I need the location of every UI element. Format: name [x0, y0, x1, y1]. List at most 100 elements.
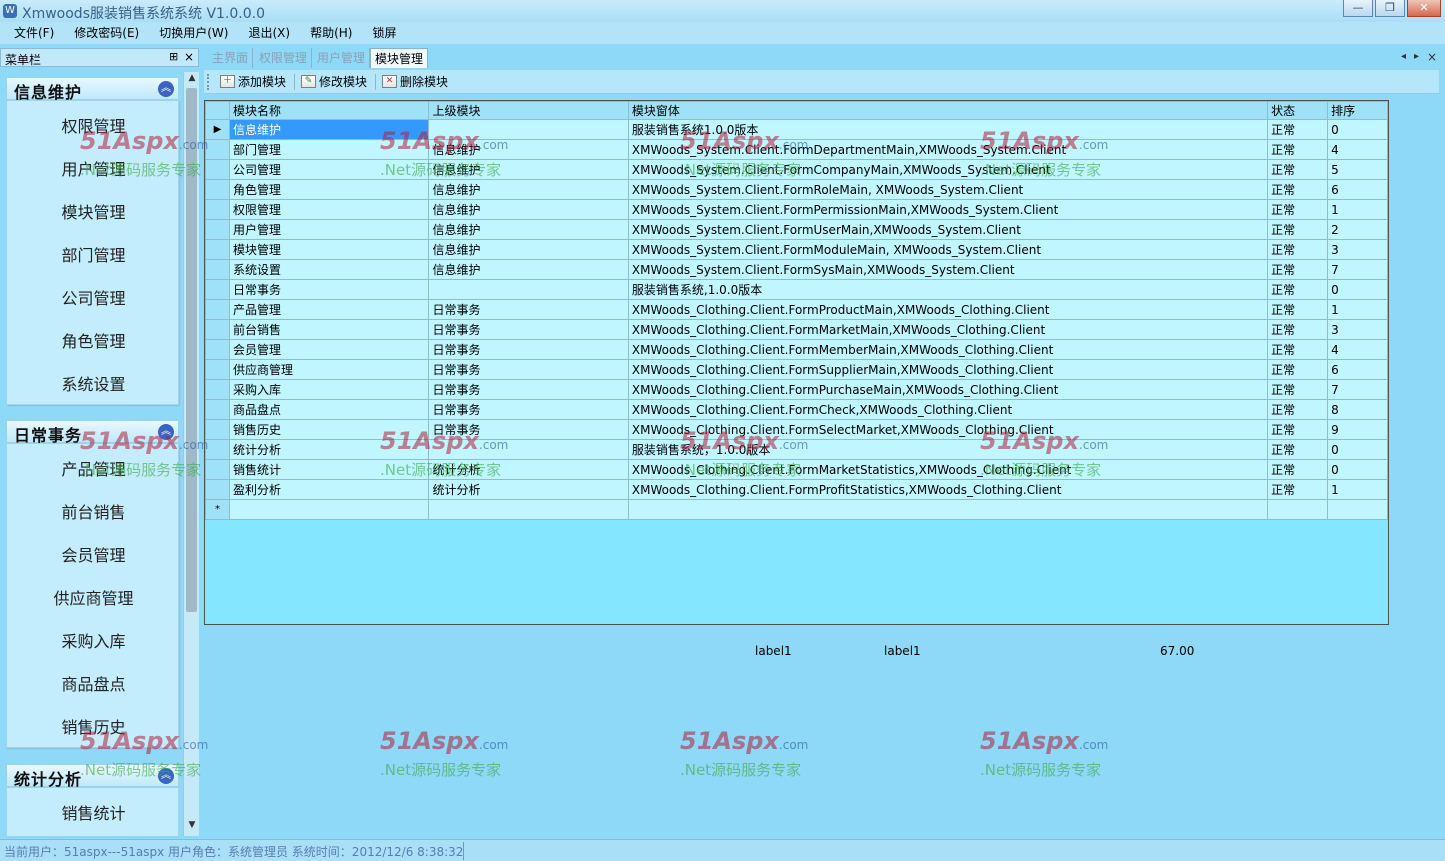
cell-module-form[interactable]: XMWoods_System.Client.FormSysMain,XMWood…	[627, 259, 1269, 280]
cell-module-form[interactable]: XMWoods_Clothing.Client.FormCheck,XMWood…	[627, 399, 1269, 420]
sidebar-item-modules[interactable]: 模块管理	[7, 199, 180, 223]
maximize-button[interactable]: ❐	[1375, 0, 1405, 17]
column-header-module-form[interactable]: 模块窗体	[627, 101, 1269, 120]
cell-parent-module[interactable]: 信息维护	[428, 239, 629, 260]
cell-module-form[interactable]: XMWoods_Clothing.Client.FormProfitStatis…	[627, 479, 1269, 500]
row-header[interactable]	[205, 359, 230, 380]
menu-change-password[interactable]: 修改密码(E)	[66, 22, 147, 44]
cell-order[interactable]: 0	[1327, 459, 1388, 480]
cell-module-name[interactable]: 模块管理	[228, 239, 430, 260]
cell-module-form[interactable]: XMWoods_Clothing.Client.FormPurchaseMain…	[627, 379, 1269, 400]
cell-module-name[interactable]	[228, 499, 430, 520]
cell-module-name[interactable]: 日常事务	[228, 279, 430, 300]
cell-parent-module[interactable]: 信息维护	[428, 259, 629, 280]
table-row[interactable]: 商品盘点 日常事务 XMWoods_Clothing.Client.FormCh…	[205, 399, 1388, 420]
toolbar-grip[interactable]	[207, 74, 210, 90]
cell-module-name[interactable]: 权限管理	[228, 199, 430, 220]
cell-status[interactable]: 正常	[1267, 399, 1329, 420]
cell-status[interactable]: 正常	[1267, 439, 1329, 460]
table-row[interactable]: 采购入库 日常事务 XMWoods_Clothing.Client.FormPu…	[205, 379, 1388, 400]
sidebar-item-roles[interactable]: 角色管理	[7, 328, 180, 352]
sidebar-item-front-sales[interactable]: 前台销售	[7, 499, 180, 523]
row-header[interactable]	[205, 279, 230, 300]
row-header[interactable]	[205, 479, 230, 500]
row-header[interactable]	[205, 379, 230, 400]
cell-module-name[interactable]: 商品盘点	[228, 399, 430, 420]
menu-lock-screen[interactable]: 锁屏	[364, 22, 404, 44]
cell-status[interactable]: 正常	[1267, 319, 1329, 340]
cell-order[interactable]: 7	[1327, 379, 1388, 400]
sidebar-item-settings[interactable]: 系统设置	[7, 371, 180, 395]
tab-home[interactable]: 主界面	[208, 48, 254, 68]
cell-order[interactable]: 3	[1327, 319, 1388, 340]
tab-close-icon[interactable]: ×	[1427, 50, 1437, 64]
delete-module-button[interactable]: ✕ 删除模块	[380, 73, 448, 91]
column-header-module-name[interactable]: 模块名称	[228, 101, 430, 120]
cell-status[interactable]: 正常	[1267, 179, 1329, 200]
collapse-up-icon[interactable]: ︽	[158, 81, 174, 97]
table-row[interactable]: 日常事务 服装销售系统,1.0.0版本 正常 0	[205, 279, 1388, 300]
cell-status[interactable]: 正常	[1267, 219, 1329, 240]
cell-order[interactable]: 0	[1327, 119, 1388, 140]
sidebar-item-suppliers[interactable]: 供应商管理	[7, 585, 180, 609]
row-header[interactable]	[205, 219, 230, 240]
cell-order[interactable]: 6	[1327, 359, 1388, 380]
cell-status[interactable]: 正常	[1267, 459, 1329, 480]
cell-parent-module[interactable]: 日常事务	[428, 399, 629, 420]
cell-order[interactable]: 4	[1327, 339, 1388, 360]
table-row[interactable]: 角色管理 信息维护 XMWoods_System.Client.FormRole…	[205, 179, 1388, 200]
cell-order[interactable]: 1	[1327, 199, 1388, 220]
tab-scroll-left-icon[interactable]: ◂	[1401, 51, 1406, 62]
cell-status[interactable]: 正常	[1267, 379, 1329, 400]
cell-parent-module[interactable]: 日常事务	[428, 319, 629, 340]
menu-exit[interactable]: 退出(X)	[240, 22, 298, 44]
scroll-up-icon[interactable]: ▲	[184, 73, 200, 87]
cell-module-form[interactable]: XMWoods_System.Client.FormUserMain,XMWoo…	[627, 219, 1269, 240]
sidebar-item-companies[interactable]: 公司管理	[7, 285, 180, 309]
cell-status[interactable]: 正常	[1267, 279, 1329, 300]
cell-parent-module[interactable]: 信息维护	[428, 219, 629, 240]
cell-order[interactable]: 6	[1327, 179, 1388, 200]
cell-parent-module[interactable]: 日常事务	[428, 339, 629, 360]
cell-module-form[interactable]: 服装销售系统,1.0.0版本	[627, 279, 1269, 300]
table-row[interactable]: 模块管理 信息维护 XMWoods_System.Client.FormModu…	[205, 239, 1388, 260]
cell-order[interactable]: 1	[1327, 299, 1388, 320]
cell-parent-module[interactable]: 日常事务	[428, 299, 629, 320]
row-header[interactable]	[205, 339, 230, 360]
cell-module-name[interactable]: 用户管理	[228, 219, 430, 240]
tab-scroll-right-icon[interactable]: ▸	[1414, 51, 1419, 62]
table-row[interactable]: 产品管理 日常事务 XMWoods_Clothing.Client.FormPr…	[205, 299, 1388, 320]
table-row[interactable]: 用户管理 信息维护 XMWoods_System.Client.FormUser…	[205, 219, 1388, 240]
cell-module-form[interactable]: XMWoods_Clothing.Client.FormMemberMain,X…	[627, 339, 1269, 360]
cell-status[interactable]: 正常	[1267, 339, 1329, 360]
column-header-parent-module[interactable]: 上级模块	[428, 101, 629, 120]
row-header[interactable]	[205, 179, 230, 200]
table-row[interactable]: 会员管理 日常事务 XMWoods_Clothing.Client.FormMe…	[205, 339, 1388, 360]
column-header-status[interactable]: 状态	[1267, 101, 1329, 120]
add-module-button[interactable]: ＋ 添加模块	[218, 73, 286, 91]
row-header[interactable]	[205, 259, 230, 280]
cell-order[interactable]: 1	[1327, 479, 1388, 500]
cell-status[interactable]: 正常	[1267, 299, 1329, 320]
cell-status[interactable]: 正常	[1267, 199, 1329, 220]
cell-module-form[interactable]: XMWoods_System.Client.FormRoleMain, XMWo…	[627, 179, 1269, 200]
minimize-button[interactable]: —	[1343, 0, 1373, 17]
cell-parent-module[interactable]: 日常事务	[428, 379, 629, 400]
cell-module-form[interactable]	[627, 499, 1269, 520]
group-header-info[interactable]: 信息维护 ︽	[6, 77, 179, 102]
cell-order[interactable]	[1327, 499, 1388, 520]
cell-module-name[interactable]: 前台销售	[228, 319, 430, 340]
pin-icon[interactable]: ⊞	[169, 50, 178, 63]
row-header[interactable]	[205, 399, 230, 420]
table-row[interactable]: 前台销售 日常事务 XMWoods_Clothing.Client.FormMa…	[205, 319, 1388, 340]
menu-switch-user[interactable]: 切换用户(W)	[151, 22, 236, 44]
cell-module-form[interactable]: XMWoods_Clothing.Client.FormMarketMain,X…	[627, 319, 1269, 340]
cell-parent-module[interactable]: 统计分析	[428, 479, 629, 500]
row-header[interactable]	[205, 199, 230, 220]
cell-module-form[interactable]: XMWoods_Clothing.Client.FormSupplierMain…	[627, 359, 1269, 380]
cell-module-name[interactable]: 系统设置	[228, 259, 430, 280]
menu-file[interactable]: 文件(F)	[6, 22, 62, 44]
sidebar-item-sales-stats[interactable]: 销售统计	[7, 800, 180, 824]
cell-status[interactable]: 正常	[1267, 139, 1329, 160]
cell-status[interactable]: 正常	[1267, 479, 1329, 500]
